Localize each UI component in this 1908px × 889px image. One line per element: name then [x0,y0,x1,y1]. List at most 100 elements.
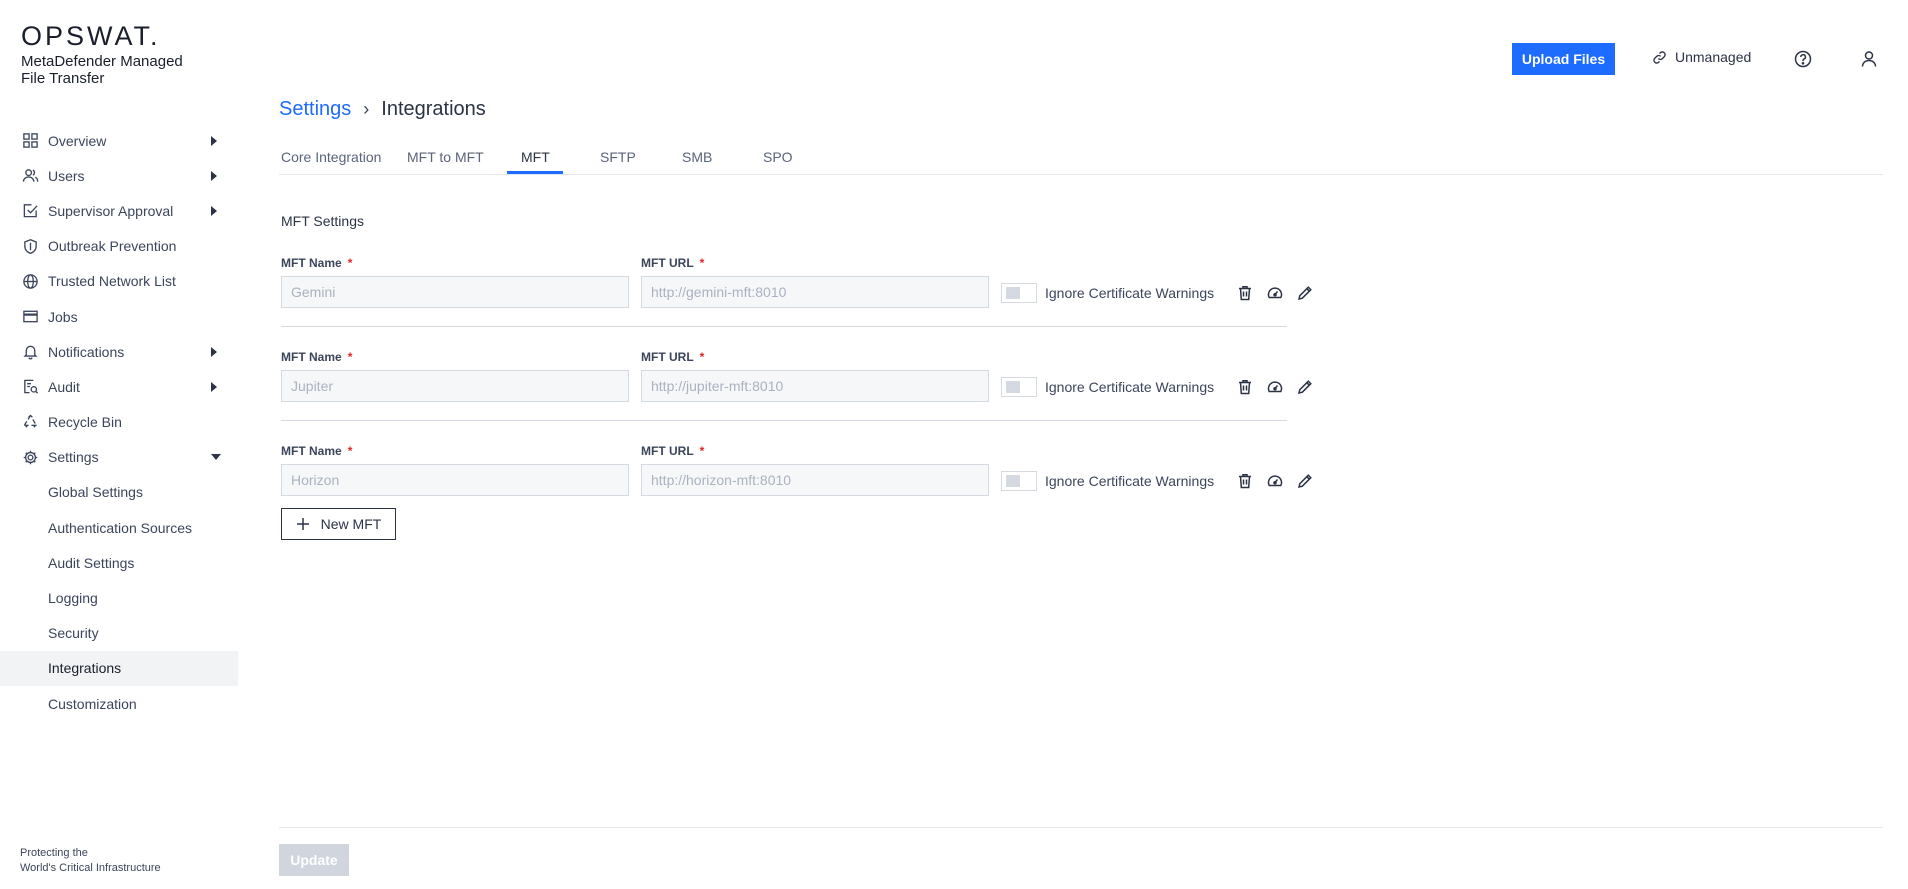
trash-icon[interactable] [1236,472,1254,490]
sidebar-item-label: Trusted Network List [48,273,176,290]
tab-mft-to-mft[interactable]: MFT to MFT [407,149,484,175]
user-icon[interactable] [1859,49,1879,69]
new-mft-label: New MFT [320,516,382,532]
update-button[interactable]: Update [279,844,349,876]
required-mark: * [347,350,353,364]
sidebar-item-supervisor-approval[interactable]: Supervisor Approval [0,193,238,228]
pencil-icon[interactable] [1296,284,1314,302]
chevron-right-icon [211,346,217,357]
speedometer-icon[interactable] [1266,284,1284,302]
grid-icon [21,132,39,150]
ignore-cert-label: Ignore Certificate Warnings [1045,285,1215,301]
tab-smb[interactable]: SMB [682,149,712,175]
sidebar-nav: Overview Users Supervisor Approval Outbr… [0,123,238,721]
chevron-right-icon [211,135,217,146]
pencil-icon[interactable] [1296,378,1314,396]
pencil-icon[interactable] [1296,472,1314,490]
sidebar-item-label: Overview [48,132,107,149]
required-mark: * [347,444,353,458]
tab-core-integration[interactable]: Core Integration [281,149,381,175]
chevron-down-icon [211,454,221,461]
sidebar-item-users[interactable]: Users [0,158,238,193]
sidebar-subitem-customization[interactable]: Customization [0,686,238,721]
globe-icon [21,272,39,290]
sidebar-item-recycle-bin[interactable]: Recycle Bin [0,405,238,440]
sidebar-item-overview[interactable]: Overview [0,123,238,158]
breadcrumb: Settings › Integrations [279,98,486,121]
toggle-knob [1006,475,1020,487]
sidebar-item-settings[interactable]: Settings [0,440,238,475]
ignore-cert-toggle[interactable] [1001,471,1037,491]
ignore-cert-label: Ignore Certificate Warnings [1045,379,1215,395]
tab-sftp[interactable]: SFTP [600,149,636,175]
help-icon[interactable] [1793,49,1813,69]
sidebar-item-label: Recycle Bin [48,414,122,431]
toggle-knob [1006,381,1020,393]
section-title: MFT Settings [281,213,364,229]
ignore-cert-toggle[interactable] [1001,283,1037,303]
bell-icon [21,343,39,361]
mft-url-input[interactable] [641,276,989,308]
mft-url-label: MFT URL * [641,444,704,458]
upload-files-button[interactable]: Upload Files [1512,43,1615,75]
footer-tagline: Protecting the World's Critical Infrastr… [20,846,161,876]
sidebar-subitem-logging[interactable]: Logging [0,580,238,615]
breadcrumb-separator: › [363,99,370,119]
gear-icon [21,448,39,466]
integration-tabs: Core Integration MFT to MFT MFT SFTP SMB… [279,141,1883,175]
mft-url-input[interactable] [641,370,989,402]
row-divider [281,420,1287,421]
mft-url-input[interactable] [641,464,989,496]
sidebar-item-label: Audit [48,378,80,395]
tagline-line: World's Critical Infrastructure [20,862,161,874]
trash-icon[interactable] [1236,284,1254,302]
mft-name-input[interactable] [281,464,629,496]
ignore-cert-label: Ignore Certificate Warnings [1045,473,1215,489]
footer-divider [279,827,1883,828]
ignore-cert-toggle[interactable] [1001,377,1037,397]
speedometer-icon[interactable] [1266,472,1284,490]
shield-icon [21,237,39,255]
chevron-right-icon [211,381,217,392]
sidebar-item-outbreak-prevention[interactable]: Outbreak Prevention [0,229,238,264]
sidebar-subitem-authentication-sources[interactable]: Authentication Sources [0,510,238,545]
sidebar-item-jobs[interactable]: Jobs [0,299,238,334]
sidebar-item-label: Settings [48,449,99,466]
sidebar-item-label: Notifications [48,343,125,360]
sidebar-subitem-global-settings[interactable]: Global Settings [0,475,238,510]
recycle-icon [21,413,39,431]
row-divider [281,326,1287,327]
new-mft-button[interactable]: New MFT [281,508,396,540]
sidebar-subitem-security[interactable]: Security [0,616,238,651]
jobs-icon [21,308,39,326]
required-mark: * [699,350,705,364]
sidebar-subitem-integrations[interactable]: Integrations [0,650,238,686]
mft-name-input[interactable] [281,276,629,308]
page-title: Integrations [381,98,486,120]
breadcrumb-settings-link[interactable]: Settings [279,98,351,121]
sidebar-item-label: Supervisor Approval [48,202,174,219]
trash-icon[interactable] [1236,378,1254,396]
mft-url-label: MFT URL * [641,256,704,270]
sidebar-subitem-audit-settings[interactable]: Audit Settings [0,545,238,580]
brand: OPSWAT. MetaDefender Managed File Transf… [21,22,196,87]
tab-spo[interactable]: SPO [763,149,793,175]
plus-icon [296,518,309,530]
mft-name-label: MFT Name * [281,256,352,270]
sidebar: OPSWAT. MetaDefender Managed File Transf… [0,0,238,889]
mft-name-input[interactable] [281,370,629,402]
approval-icon [21,202,39,220]
users-icon [21,167,39,185]
unmanaged-link[interactable]: Unmanaged [1652,49,1751,65]
sidebar-item-notifications[interactable]: Notifications [0,334,238,369]
toggle-knob [1006,287,1020,299]
label-text: MFT Name [281,350,342,364]
opswat-logo: OPSWAT. [21,21,161,51]
mft-name-label: MFT Name * [281,444,352,458]
sidebar-item-trusted-network-list[interactable]: Trusted Network List [0,264,238,299]
chevron-right-icon [211,170,217,181]
mft-name-label: MFT Name * [281,350,352,364]
sidebar-item-audit[interactable]: Audit [0,369,238,404]
required-mark: * [699,256,705,270]
speedometer-icon[interactable] [1266,378,1284,396]
